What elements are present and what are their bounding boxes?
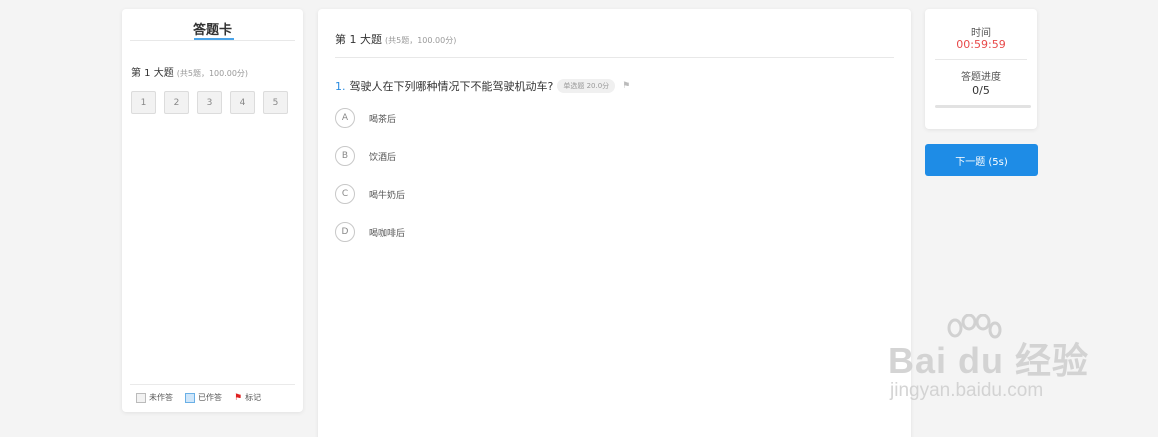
option-c-label: 喝牛奶后 (369, 190, 406, 201)
question-number-1[interactable]: 1 (131, 91, 156, 114)
question-panel: 第 1 大题 (共5题，100.00分) 1. 驾驶人在下列哪种情况下不能驾驶机动… (318, 9, 911, 437)
progress-value: 0/5 (972, 84, 990, 97)
progress-bar (935, 105, 1031, 108)
question-stem: 1. 驾驶人在下列哪种情况下不能驾驶机动车? 单选题 20.0分 ⚑ (335, 78, 630, 94)
next-question-button[interactable]: 下一题 (5s) (925, 144, 1038, 176)
section-subtitle: (共5题，100.00分) (385, 36, 457, 45)
answered-swatch-icon (185, 392, 195, 403)
baidu-jingyan-watermark: Bai du 经验 jingyan.baidu.com (888, 312, 1098, 412)
legend-unanswered-label: 未作答 (149, 393, 173, 402)
legend-answered-label: 已作答 (198, 393, 222, 402)
answer-card-panel: 答题卡 第 1 大题 (共5题，100.00分) 1 2 3 4 5 未作答 已作… (122, 9, 303, 412)
divider (130, 384, 295, 385)
option-a-radio[interactable]: A (335, 108, 355, 128)
flag-icon[interactable]: ⚑ (622, 81, 630, 91)
option-a[interactable]: A 喝茶后 (335, 108, 396, 128)
option-b-radio[interactable]: B (335, 146, 355, 166)
option-d-radio[interactable]: D (335, 222, 355, 242)
legend-marked-label: 标记 (245, 393, 262, 402)
question-number-grid: 1 2 3 4 5 (131, 91, 288, 114)
time-remaining: 00:59:59 (956, 38, 1006, 51)
section-title: 第 1 大题 (131, 68, 174, 79)
legend-unanswered: 未作答 (136, 392, 173, 403)
answer-card-title: 答题卡 (192, 23, 232, 38)
option-b[interactable]: B 饮酒后 (335, 146, 396, 166)
option-d-label: 喝咖啡后 (369, 228, 406, 239)
question-number: 1. (335, 79, 346, 93)
question-type-badge: 单选题 20.0分 (557, 79, 616, 93)
option-a-label: 喝茶后 (369, 114, 397, 125)
question-number-4[interactable]: 4 (230, 91, 255, 114)
question-text: 驾驶人在下列哪种情况下不能驾驶机动车? (349, 80, 554, 93)
option-d[interactable]: D 喝咖啡后 (335, 222, 405, 242)
divider (335, 57, 894, 58)
divider (935, 59, 1027, 60)
legend-answered: 已作答 (185, 392, 222, 403)
watermark-brand: Bai du 经验 (888, 340, 1090, 381)
timer-panel: 时间 00:59:59 答题进度 0/5 (925, 9, 1037, 129)
option-b-label: 饮酒后 (369, 152, 397, 163)
question-number-5[interactable]: 5 (263, 91, 288, 114)
answer-card-section-heading: 第 1 大题 (共5题，100.00分) (131, 64, 248, 79)
divider (130, 40, 295, 41)
question-number-3[interactable]: 3 (197, 91, 222, 114)
answer-legend: 未作答 已作答 ⚑ 标记 (136, 392, 261, 403)
legend-marked: ⚑ 标记 (234, 392, 261, 403)
watermark-url: jingyan.baidu.com (890, 380, 1044, 401)
option-c-radio[interactable]: C (335, 184, 355, 204)
section-title: 第 1 大题 (335, 33, 382, 46)
progress-label: 答题进度 (961, 72, 1001, 83)
question-number-2[interactable]: 2 (164, 91, 189, 114)
section-subtitle: (共5题，100.00分) (176, 69, 249, 78)
time-label: 时间 (971, 28, 991, 39)
question-section-heading: 第 1 大题 (共5题，100.00分) (335, 31, 456, 47)
red-flag-icon: ⚑ (234, 392, 243, 403)
option-c[interactable]: C 喝牛奶后 (335, 184, 405, 204)
unanswered-swatch-icon (136, 392, 146, 403)
